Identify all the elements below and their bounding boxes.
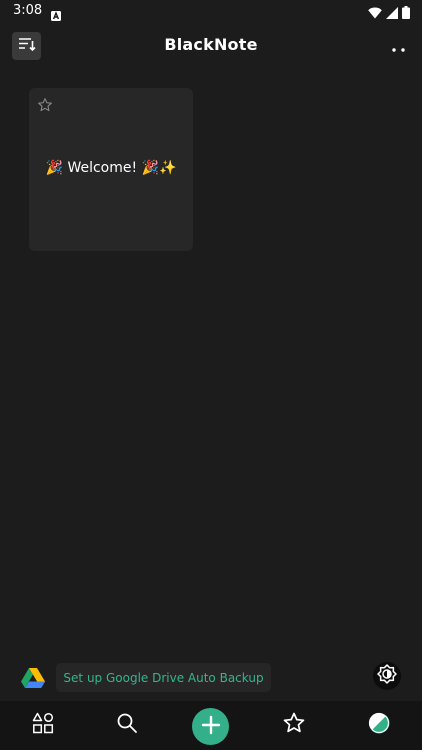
signal-icon xyxy=(386,4,398,23)
star-icon xyxy=(282,711,306,739)
brightness-icon xyxy=(377,664,397,688)
notification-a-icon xyxy=(51,6,61,21)
google-drive-icon[interactable] xyxy=(21,667,45,689)
bottom-nav xyxy=(0,701,422,750)
status-bar: 3:08 xyxy=(0,0,422,24)
search-icon xyxy=(116,712,138,738)
shapes-icon xyxy=(32,712,54,738)
nav-categories-button[interactable] xyxy=(31,712,55,738)
plus-icon xyxy=(201,715,221,739)
backup-button[interactable]: Set up Google Drive Auto Backup xyxy=(56,663,271,692)
note-title: 🎉 Welcome! 🎉✨ xyxy=(45,160,177,176)
note-card[interactable]: 🎉 Welcome! 🎉✨ xyxy=(29,88,193,251)
add-note-button[interactable] xyxy=(192,708,229,745)
nav-favorites-button[interactable] xyxy=(282,711,306,739)
app-title: BlackNote xyxy=(164,35,258,54)
status-time: 3:08 xyxy=(13,3,43,18)
screen: 3:08 BlackNote 🎉 Welcome! 🎉✨ Set up Goog… xyxy=(0,0,422,750)
status-right xyxy=(368,4,410,23)
wifi-icon xyxy=(368,4,382,23)
theme-icon xyxy=(368,712,390,738)
backup-label: Set up Google Drive Auto Backup xyxy=(63,670,264,685)
nav-theme-button[interactable] xyxy=(367,712,391,738)
brightness-button[interactable] xyxy=(373,662,401,690)
battery-icon xyxy=(402,4,410,23)
more-button[interactable] xyxy=(390,38,408,54)
nav-search-button[interactable] xyxy=(115,713,139,737)
star-outline-icon[interactable] xyxy=(37,97,53,113)
app-bar: BlackNote xyxy=(0,24,422,70)
more-dots-icon xyxy=(391,37,407,56)
